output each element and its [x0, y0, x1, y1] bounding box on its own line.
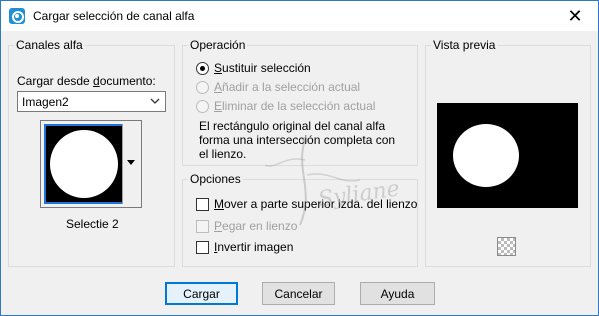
checkbox-move-top-left[interactable]: Mover a parte superior izda. del lienzo [196, 197, 417, 211]
app-icon [9, 8, 25, 24]
channel-thumbnail-picker[interactable] [40, 120, 142, 208]
checkbox-box [196, 219, 209, 233]
radio-indicator [196, 61, 209, 75]
operation-legend: Operación [188, 38, 248, 52]
title-bar: Cargar selección de canal alfa ✕ [0, 0, 599, 31]
preview-canvas [437, 103, 578, 208]
preview-selection-circle [453, 124, 519, 187]
preview-legend: Vista previa [431, 38, 498, 52]
window-title: Cargar selección de canal alfa [33, 9, 195, 23]
thumbnail-dropdown-arrow-icon[interactable] [122, 124, 138, 204]
help-button[interactable]: Ayuda [360, 282, 435, 305]
load-button[interactable]: Cargar [165, 282, 238, 305]
checkbox-paste-on-canvas[interactable]: Pegar en lienzo [196, 219, 297, 233]
radio-add-to-selection[interactable]: Añadir a la selección actual [196, 80, 360, 94]
channel-name: Selectie 2 [66, 217, 119, 231]
thumbnail-circle [50, 130, 118, 198]
operation-description: El rectángulo original del canal alfa fo… [199, 119, 396, 161]
cancel-button[interactable]: Cancelar [262, 282, 335, 305]
checkbox-box [196, 240, 209, 254]
load-from-document-label: Cargar desde documento: [17, 74, 156, 88]
transparency-toggle-icon[interactable] [497, 237, 516, 256]
radio-indicator [196, 99, 209, 113]
radio-indicator [196, 80, 209, 94]
chevron-down-icon [150, 98, 160, 104]
radio-remove-from-selection[interactable]: Eliminar de la selección actual [196, 99, 375, 113]
document-select[interactable]: Imagen2 [17, 91, 166, 112]
checkbox-box [196, 197, 209, 211]
alpha-channels-legend: Canales alfa [14, 38, 85, 52]
channel-thumbnail [44, 124, 124, 204]
close-button[interactable]: ✕ [552, 1, 598, 32]
options-legend: Opciones [188, 172, 243, 186]
close-icon: ✕ [567, 6, 583, 26]
radio-replace-selection[interactable]: Sustituir selección [196, 61, 311, 75]
document-select-value: Imagen2 [22, 95, 69, 109]
checkbox-invert-image[interactable]: Invertir imagen [196, 240, 293, 254]
